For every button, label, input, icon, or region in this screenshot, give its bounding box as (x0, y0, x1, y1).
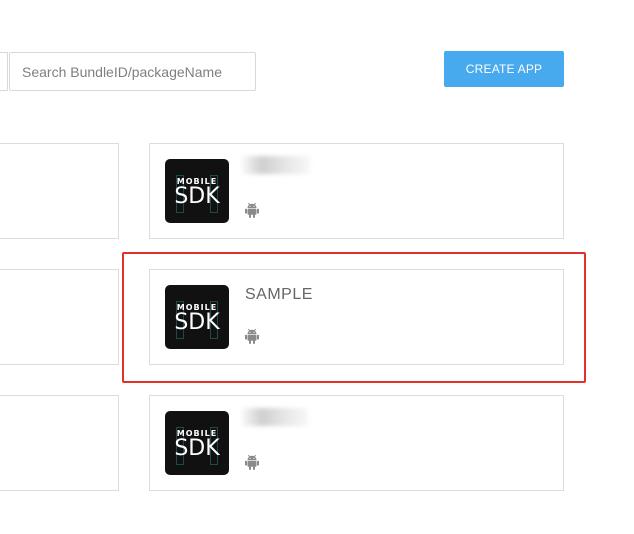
mobile-sdk-app-icon: MOBILE SDK (165, 411, 229, 475)
app-card-left-1[interactable] (0, 143, 119, 239)
highlight-box (122, 252, 586, 383)
app-card-left-3[interactable] (0, 395, 119, 491)
create-app-button[interactable]: CREATE APP (444, 51, 564, 87)
app-card-left-2[interactable] (0, 269, 119, 365)
android-icon (245, 202, 259, 218)
app-card[interactable]: MOBILE SDK (149, 395, 564, 491)
app-name-obscured (242, 156, 310, 174)
mobile-sdk-app-icon: MOBILE SDK (165, 159, 229, 223)
app-name-obscured (242, 408, 308, 426)
search-input[interactable] (9, 52, 256, 91)
app-card[interactable]: MOBILE SDK (149, 143, 564, 239)
android-icon (245, 454, 259, 470)
search-box-left-stub (0, 52, 8, 91)
